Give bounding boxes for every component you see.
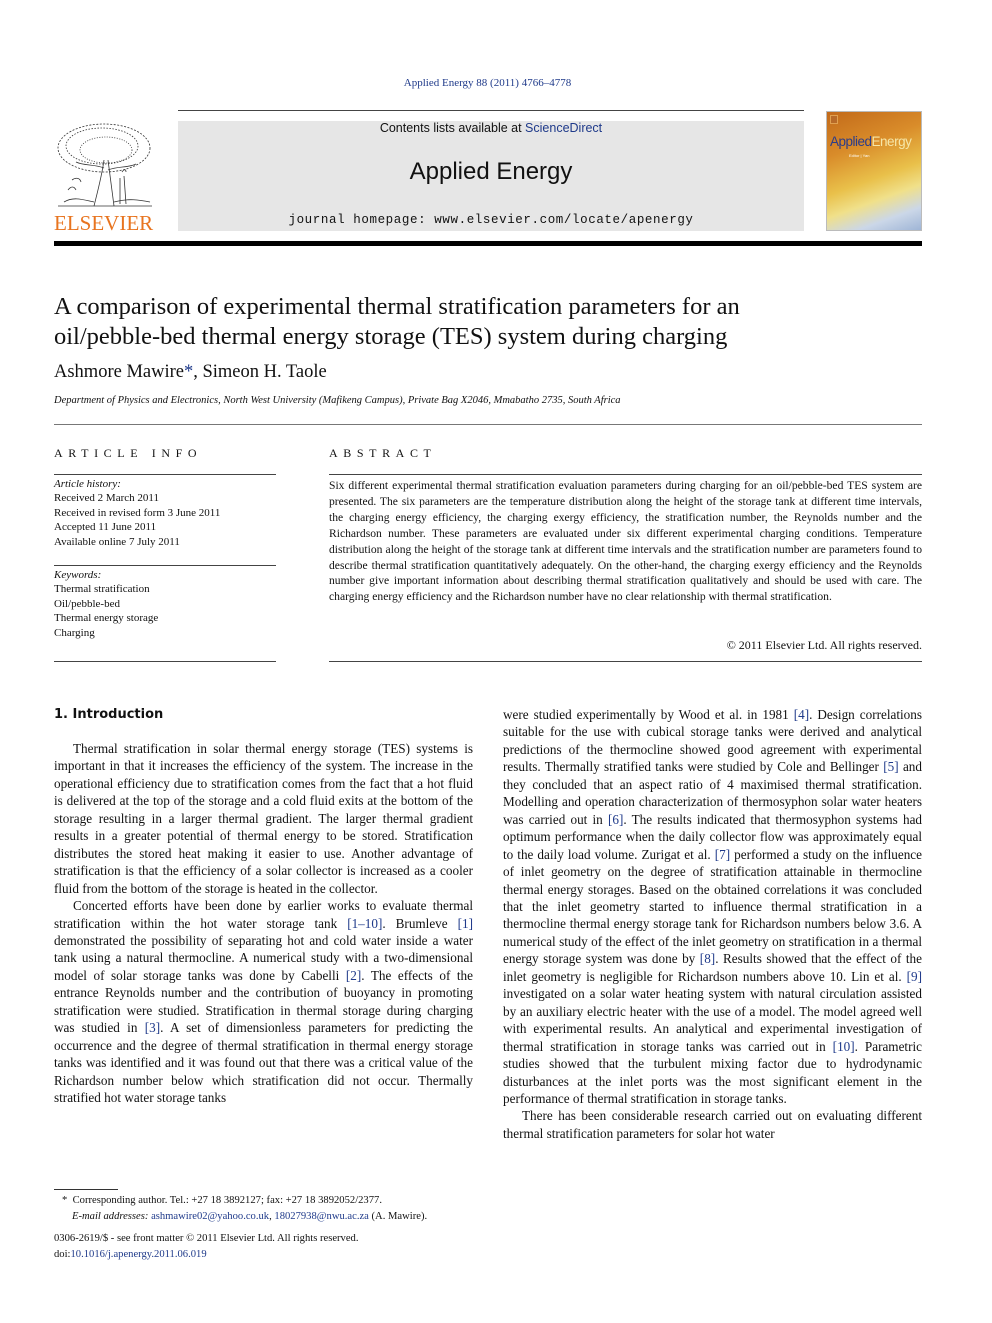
section-heading: 1. Introduction: [54, 707, 164, 722]
keyword: Charging: [54, 626, 95, 639]
article-title-line-1: A comparison of experimental thermal str…: [54, 293, 740, 320]
keyword: Thermal stratification: [54, 583, 150, 596]
keyword: Oil/pebble-bed: [54, 597, 120, 610]
elsevier-tree-icon: [54, 120, 156, 212]
article-info-divider: [54, 474, 276, 475]
citation-link[interactable]: [3]: [145, 1020, 160, 1035]
body-column-left: 1. Introduction Thermal stratification i…: [54, 706, 473, 1107]
body-column-right: were studied experimentally by Wood et a…: [503, 706, 922, 1142]
citation-link[interactable]: [1–10]: [347, 916, 382, 931]
journal-cover-image[interactable]: AppliedEnergy Editor | Yan: [826, 111, 922, 231]
citation-link[interactable]: [10]: [833, 1039, 855, 1054]
affiliation: Department of Physics and Electronics, N…: [54, 395, 621, 406]
author-name: Simeon H. Taole: [202, 362, 327, 382]
cover-logo-icon: [830, 115, 838, 124]
text: were studied experimentally by Wood et a…: [503, 707, 794, 722]
journal-banner: Contents lists available at ScienceDirec…: [178, 121, 804, 231]
contents-prefix: Contents lists available at: [379, 121, 526, 135]
email-owner: (A. Mawire).: [368, 1210, 428, 1222]
elsevier-logo[interactable]: ELSEVIER: [54, 120, 156, 235]
footnote-line: * Corresponding author. Tel.: +27 18 389…: [54, 1193, 484, 1209]
article-history-label: Article history:: [54, 478, 121, 490]
article-info-heading: ARTICLE INFO: [54, 446, 203, 460]
contents-line: Contents lists available at ScienceDirec…: [178, 121, 804, 135]
article-title: A comparison of experimental thermal str…: [54, 292, 914, 352]
citation-link[interactable]: [2]: [346, 968, 361, 983]
citation-link[interactable]: [6]: [608, 812, 623, 827]
header-divider: [178, 110, 804, 111]
footnote-contact: Corresponding author. Tel.: +27 18 38921…: [72, 1195, 382, 1206]
keywords-label: Keywords:: [54, 569, 102, 581]
article-info-divider: [54, 661, 276, 662]
abstract-copyright: © 2011 Elsevier Ltd. All rights reserved…: [726, 638, 922, 652]
cover-title-a: Applied: [830, 134, 872, 149]
abstract-heading: ABSTRACT: [329, 446, 437, 460]
author-list: Ashmore Mawire*, Simeon H. Taole: [54, 362, 327, 383]
text: performed a study on the influence of in…: [503, 846, 922, 967]
article-history: Article history: Received 2 March 2011 R…: [54, 477, 276, 549]
cover-title: AppliedEnergy: [830, 134, 912, 149]
front-matter: 0306-2619/$ - see front matter © 2011 El…: [54, 1231, 359, 1262]
paragraph: Thermal stratification in solar thermal …: [54, 741, 473, 896]
email-label: E-mail addresses:: [72, 1210, 149, 1222]
citation-link[interactable]: [1]: [458, 916, 473, 931]
abstract-divider: [329, 474, 922, 475]
footnote: * Corresponding author. Tel.: +27 18 389…: [54, 1193, 484, 1224]
journal-homepage-link[interactable]: journal homepage: www.elsevier.com/locat…: [178, 213, 804, 227]
elsevier-wordmark: ELSEVIER: [54, 211, 154, 235]
history-item: Received in revised form 3 June 2011: [54, 506, 221, 519]
corresponding-author-link[interactable]: *: [184, 362, 193, 382]
keyword: Thermal energy storage: [54, 612, 159, 625]
paragraph: Concerted efforts have been done by earl…: [54, 897, 473, 1106]
doi-line: doi:10.1016/j.apenergy.2011.06.019: [54, 1247, 359, 1263]
citation-link[interactable]: [5]: [883, 759, 898, 774]
email-link[interactable]: 18027938@nwu.ac.za: [274, 1211, 368, 1222]
history-item: Accepted 11 June 2011: [54, 521, 157, 534]
history-item: Available online 7 July 2011: [54, 535, 180, 548]
article-title-line-2: oil/pebble-bed thermal energy storage (T…: [54, 323, 728, 350]
paragraph: were studied experimentally by Wood et a…: [503, 706, 922, 1107]
citation-link[interactable]: [8]: [700, 951, 715, 966]
footnote-emails: E-mail addresses: ashmawire02@yahoo.co.u…: [54, 1209, 484, 1225]
sciencedirect-link[interactable]: ScienceDirect: [525, 121, 602, 135]
abstract-text: Six different experimental thermal strat…: [329, 479, 922, 604]
keywords: Keywords: Thermal stratification Oil/peb…: [54, 568, 276, 640]
abstract-divider: [329, 661, 922, 662]
journal-title: Applied Energy: [409, 158, 573, 185]
footnote-divider: [54, 1189, 118, 1190]
paragraph: There has been considerable research car…: [503, 1108, 922, 1141]
email-link[interactable]: ashmawire02@yahoo.co.uk: [151, 1211, 269, 1222]
footnote-mark: *: [62, 1195, 68, 1206]
citation-link[interactable]: [4]: [794, 707, 809, 722]
cover-subtitle: Editor | Yan: [849, 153, 870, 158]
affiliation-divider: [54, 424, 922, 425]
doi-link[interactable]: 10.1016/j.apenergy.2011.06.019: [70, 1249, 206, 1260]
article-info-divider: [54, 565, 276, 566]
cover-title-b: Energy: [871, 134, 912, 149]
journal-citation-link[interactable]: Applied Energy 88 (2011) 4766–4778: [0, 77, 975, 89]
history-item: Received 2 March 2011: [54, 492, 159, 505]
issn-line: 0306-2619/$ - see front matter © 2011 El…: [54, 1233, 359, 1244]
text: . Brumleve: [382, 915, 458, 931]
author-name: Ashmore Mawire: [54, 362, 184, 382]
doi-prefix: doi:: [54, 1248, 71, 1260]
citation-link[interactable]: [7]: [715, 847, 730, 862]
citation-link[interactable]: [9]: [907, 969, 922, 984]
header-thick-divider: [54, 241, 922, 246]
